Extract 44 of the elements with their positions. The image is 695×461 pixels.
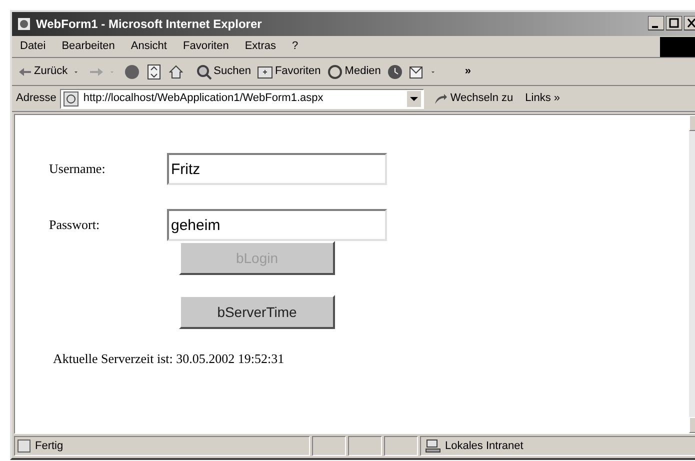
status-panel [348,436,382,456]
minimize-icon[interactable] [648,16,664,32]
status-text: Fertig [35,438,64,454]
dropdown-icon[interactable] [407,90,422,106]
stop-icon[interactable] [124,64,140,80]
history-icon[interactable] [386,64,403,80]
network-icon [425,439,441,453]
menu-item[interactable]: Favoriten [174,38,237,55]
zone-text: Lokales Intranet [445,438,524,454]
field-label: Passwort: [49,216,101,234]
search-button[interactable]: Suchen [196,63,251,80]
window-title: WebForm1 - Microsoft Internet Explorer [36,16,262,33]
media-button[interactable]: Medien [326,63,381,80]
address-field[interactable]: http://localhost/WebApplication1/WebForm1.aspx [60,88,424,108]
menu-item[interactable]: Extras [236,38,284,55]
server-time-text: Aktuelle Serverzeit ist: 30.05.2002 19:52:31 [53,350,286,368]
go-arrow-icon [434,92,448,104]
browser-icon[interactable] [16,16,32,32]
favorites-button[interactable]: Favoriten [256,63,321,80]
page-icon [17,439,31,453]
go-button[interactable]: Wechseln zu [434,90,514,107]
input-field[interactable]: geheim [167,209,387,241]
more-button[interactable]: » [464,63,471,80]
mail-icon[interactable] [408,64,425,80]
form-button[interactable]: bServerTime [179,295,335,329]
field-label: Username: [49,160,106,178]
menu-item[interactable]: Datei [12,38,54,55]
back-arrow-icon [18,66,32,76]
search-icon [196,64,212,80]
menu-item[interactable]: ? [284,38,306,55]
url-text: http://localhost/WebApplication1/WebForm1.aspx [83,91,324,106]
status-panel [384,436,418,456]
input-field[interactable]: Fritz [167,153,387,185]
back-button[interactable]: Zurück [18,63,68,80]
refresh-icon[interactable] [146,64,162,80]
page-icon [63,90,80,106]
menu-item[interactable]: Ansicht [122,38,175,55]
home-icon[interactable] [168,64,184,80]
address-label: Adresse [16,91,56,106]
links-button[interactable]: Links » [525,90,560,107]
maximize-icon[interactable] [666,16,682,32]
media-icon [326,64,343,80]
menu-item[interactable]: Bearbeiten [54,38,123,55]
status-panel [312,436,346,456]
